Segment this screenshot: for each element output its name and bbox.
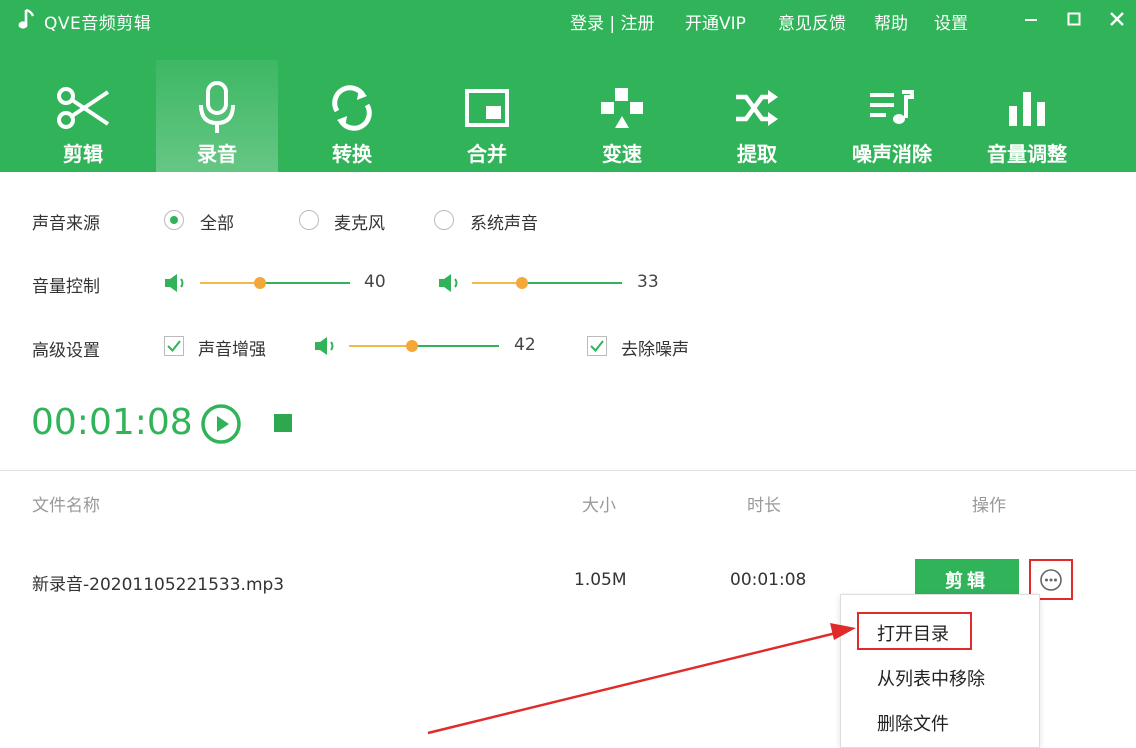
tool-record[interactable]: 录音	[156, 60, 278, 172]
speaker-icon[interactable]	[163, 272, 189, 294]
menu-item-open-folder[interactable]: 打开目录	[877, 620, 949, 646]
radio-all[interactable]	[164, 210, 184, 230]
radio-system-sound-label[interactable]: 系统声音	[470, 209, 538, 234]
extract-icon	[729, 82, 785, 134]
radio-microphone-label[interactable]: 麦克风	[334, 209, 385, 234]
enhance-value: 42	[514, 335, 536, 355]
tool-noise-removal[interactable]: 噪声消除	[831, 60, 953, 172]
settings-link[interactable]: 设置	[934, 9, 968, 34]
tool-label: 音量调整	[987, 142, 1067, 166]
more-icon	[1040, 568, 1062, 591]
speaker-icon[interactable]	[313, 335, 339, 357]
check-icon	[167, 340, 181, 353]
maximize-icon	[1067, 12, 1081, 26]
feature-toolbar: 剪辑 录音 转换 合并 变速 提取 噪声消除 音量调整	[0, 60, 1136, 172]
app-window: QVE音频剪辑 登录 | 注册 开通VIP 意见反馈 帮助 设置 剪辑 录音 转…	[0, 0, 1136, 748]
maximize-button[interactable]	[1061, 6, 1087, 32]
tool-convert[interactable]: 转换	[291, 60, 413, 172]
noise-removal-icon	[864, 82, 920, 134]
tool-label: 变速	[602, 142, 642, 166]
tool-merge[interactable]: 合并	[426, 60, 548, 172]
slider-knob[interactable]	[516, 277, 528, 289]
enhance-checkbox[interactable]	[164, 336, 184, 356]
mic-volume-slider[interactable]	[200, 276, 350, 290]
file-duration: 00:01:08	[730, 570, 807, 590]
feedback-link[interactable]: 意见反馈	[778, 9, 846, 34]
menu-item-remove-from-list[interactable]: 从列表中移除	[877, 665, 985, 691]
denoise-checkbox[interactable]	[587, 336, 607, 356]
tool-label: 提取	[737, 142, 777, 166]
volume-bars-icon	[999, 82, 1055, 134]
tool-extract[interactable]: 提取	[696, 60, 818, 172]
stop-button[interactable]	[274, 414, 292, 432]
mic-volume-value: 40	[364, 272, 386, 292]
vip-link[interactable]: 开通VIP	[685, 9, 746, 34]
column-header-duration: 时长	[747, 496, 781, 516]
tool-volume-adjust[interactable]: 音量调整	[966, 60, 1088, 172]
microphone-icon	[189, 81, 245, 134]
menu-item-delete-file[interactable]: 删除文件	[877, 710, 949, 736]
system-volume-slider[interactable]	[472, 276, 622, 290]
column-header-size: 大小	[582, 496, 616, 516]
close-button[interactable]	[1104, 6, 1130, 32]
header: QVE音频剪辑 登录 | 注册 开通VIP 意见反馈 帮助 设置 剪辑 录音 转…	[0, 0, 1136, 172]
column-header-name: 文件名称	[32, 496, 100, 516]
radio-system-sound[interactable]	[434, 210, 454, 230]
denoise-label[interactable]: 去除噪声	[621, 335, 689, 360]
speed-icon	[594, 82, 650, 134]
app-title: QVE音频剪辑	[44, 14, 152, 34]
tool-label: 剪辑	[63, 142, 103, 166]
convert-icon	[324, 82, 380, 134]
minimize-icon	[1025, 19, 1037, 21]
context-menu: 打开目录 从列表中移除 删除文件	[840, 594, 1040, 748]
column-header-actions: 操作	[972, 496, 1006, 516]
divider	[0, 470, 1136, 471]
file-name[interactable]: 新录音-20201105221533.mp3	[32, 570, 284, 595]
play-button[interactable]	[200, 403, 242, 445]
enhance-label[interactable]: 声音增强	[198, 335, 266, 360]
scissors-icon	[55, 82, 111, 134]
advanced-settings-label: 高级设置	[32, 341, 100, 361]
file-size: 1.05M	[574, 570, 627, 590]
slider-knob[interactable]	[406, 340, 418, 352]
tool-label: 录音	[197, 142, 237, 166]
speaker-icon[interactable]	[437, 272, 463, 294]
volume-control-label: 音量控制	[32, 277, 100, 297]
music-note-icon	[18, 8, 35, 29]
radio-microphone[interactable]	[299, 210, 319, 230]
tool-label: 合并	[467, 142, 507, 166]
tool-speed[interactable]: 变速	[561, 60, 683, 172]
system-volume-value: 33	[637, 272, 659, 292]
minimize-button[interactable]	[1018, 6, 1044, 32]
slider-knob[interactable]	[254, 277, 266, 289]
radio-all-label[interactable]: 全部	[200, 209, 234, 234]
check-icon	[590, 340, 604, 353]
record-timer: 00:01:08	[31, 402, 193, 443]
tool-label: 噪声消除	[852, 142, 932, 166]
help-link[interactable]: 帮助	[874, 9, 908, 34]
tool-label: 转换	[332, 142, 372, 166]
login-register-link[interactable]: 登录 | 注册	[570, 9, 655, 34]
play-icon	[217, 416, 229, 432]
enhance-slider[interactable]	[349, 339, 499, 353]
sound-source-label: 声音来源	[32, 214, 100, 234]
title-bar: QVE音频剪辑 登录 | 注册 开通VIP 意见反馈 帮助 设置	[0, 0, 1136, 40]
merge-icon	[459, 82, 515, 134]
close-icon	[1110, 12, 1124, 26]
tool-cut[interactable]: 剪辑	[22, 60, 144, 172]
